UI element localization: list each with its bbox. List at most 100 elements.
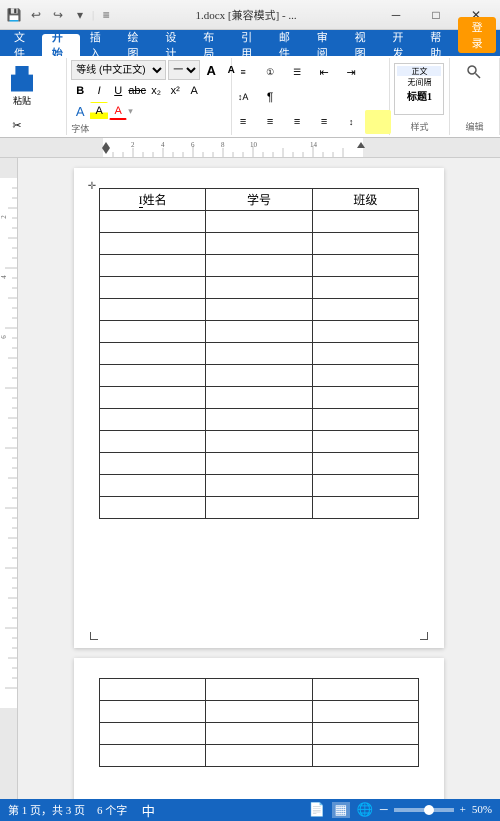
- table-cell[interactable]: [206, 453, 312, 475]
- table-cell[interactable]: [312, 321, 418, 343]
- font-family-select[interactable]: 等线 (中文正文): [71, 60, 166, 80]
- table-cell-p2[interactable]: [312, 723, 418, 745]
- table-cell[interactable]: [312, 255, 418, 277]
- table-cell[interactable]: [312, 233, 418, 255]
- table-cell[interactable]: [206, 211, 312, 233]
- table-cell[interactable]: [312, 343, 418, 365]
- maximize-btn[interactable]: □: [416, 0, 456, 30]
- table-cell[interactable]: [100, 321, 206, 343]
- table-move-handle[interactable]: [86, 180, 98, 192]
- bold-btn[interactable]: B: [71, 82, 89, 100]
- table-cell[interactable]: [312, 431, 418, 453]
- table-cell[interactable]: [312, 211, 418, 233]
- table-cell[interactable]: [100, 255, 206, 277]
- more-quick-btn[interactable]: ▾: [70, 5, 90, 25]
- zoom-minus[interactable]: ─: [380, 804, 388, 816]
- highlight-btn[interactable]: A: [90, 102, 108, 120]
- table-cell[interactable]: [312, 277, 418, 299]
- table-cell[interactable]: [100, 233, 206, 255]
- table-cell[interactable]: [100, 365, 206, 387]
- print-view-btn[interactable]: ▦: [332, 802, 350, 818]
- tab-file[interactable]: 文件: [4, 34, 42, 56]
- align-left-btn[interactable]: ≡: [230, 110, 256, 134]
- sort-btn[interactable]: ↕A: [230, 85, 256, 109]
- login-button[interactable]: 登录: [458, 17, 496, 53]
- table-cell-p2[interactable]: [100, 701, 206, 723]
- table-cell[interactable]: [100, 475, 206, 497]
- table-cell[interactable]: [206, 343, 312, 365]
- table-cell[interactable]: [100, 211, 206, 233]
- table-cell[interactable]: [100, 431, 206, 453]
- table-cell-p2[interactable]: [206, 723, 312, 745]
- zoom-plus[interactable]: +: [460, 804, 466, 816]
- table-cell-p2[interactable]: [312, 701, 418, 723]
- customize-btn[interactable]: ≡: [96, 5, 116, 25]
- superscript-btn[interactable]: x²: [166, 82, 184, 100]
- table-cell[interactable]: [100, 497, 206, 519]
- table-cell-p2[interactable]: [206, 745, 312, 767]
- shading-btn[interactable]: [365, 110, 391, 134]
- read-view-btn[interactable]: 📄: [308, 802, 326, 818]
- table-cell[interactable]: [206, 299, 312, 321]
- table-cell[interactable]: [100, 277, 206, 299]
- tab-dev[interactable]: 开发: [382, 34, 420, 56]
- undo-btn[interactable]: ↩: [26, 5, 46, 25]
- tab-references[interactable]: 引用: [231, 34, 269, 56]
- table-cell[interactable]: [100, 299, 206, 321]
- table-cell-p2[interactable]: [100, 679, 206, 701]
- align-center-btn[interactable]: ≡: [257, 110, 283, 134]
- table-cell-p2[interactable]: [206, 679, 312, 701]
- table-cell-p2[interactable]: [100, 723, 206, 745]
- tab-draw[interactable]: 绘图: [118, 34, 156, 56]
- tab-review[interactable]: 审阅: [307, 34, 345, 56]
- save-quick-btn[interactable]: 💾: [4, 5, 24, 25]
- minimize-btn[interactable]: ─: [376, 0, 416, 30]
- table-cell[interactable]: [206, 475, 312, 497]
- web-view-btn[interactable]: 🌐: [356, 802, 374, 818]
- text-effect-btn[interactable]: A: [71, 102, 89, 120]
- tab-help[interactable]: 帮助: [420, 34, 458, 56]
- table-cell[interactable]: [100, 387, 206, 409]
- increase-indent-btn[interactable]: ⇥: [338, 60, 364, 84]
- subscript-btn[interactable]: x₂: [147, 82, 165, 100]
- table-cell[interactable]: [312, 387, 418, 409]
- multilevel-btn[interactable]: ☰: [284, 60, 310, 84]
- tab-layout[interactable]: 布局: [193, 34, 231, 56]
- clear-format-btn[interactable]: A: [185, 82, 203, 100]
- increase-font-btn[interactable]: A: [202, 61, 220, 79]
- paste-button[interactable]: 粘贴: [4, 60, 40, 112]
- table-cell[interactable]: [206, 497, 312, 519]
- table-cell[interactable]: [312, 409, 418, 431]
- redo-btn[interactable]: ↪: [48, 5, 68, 25]
- table-cell[interactable]: [206, 365, 312, 387]
- table-cell[interactable]: [100, 409, 206, 431]
- table-cell[interactable]: [206, 277, 312, 299]
- table-cell[interactable]: [312, 365, 418, 387]
- decrease-indent-btn[interactable]: ⇤: [311, 60, 337, 84]
- cut-button[interactable]: ✂: [4, 113, 30, 137]
- table-cell[interactable]: [100, 453, 206, 475]
- font-color-btn[interactable]: A: [109, 102, 127, 120]
- table-cell-p2[interactable]: [206, 701, 312, 723]
- show-marks-btn[interactable]: ¶: [257, 85, 283, 109]
- find-btn[interactable]: [461, 60, 487, 84]
- table-cell[interactable]: [206, 387, 312, 409]
- table-cell-p2[interactable]: [100, 745, 206, 767]
- italic-btn[interactable]: I: [90, 82, 108, 100]
- tab-insert[interactable]: 插入: [80, 34, 118, 56]
- table-cell[interactable]: [206, 431, 312, 453]
- justify-btn[interactable]: ≡: [311, 110, 337, 134]
- table-cell[interactable]: [312, 299, 418, 321]
- underline-btn[interactable]: U: [109, 82, 127, 100]
- bullets-btn[interactable]: ≡: [230, 60, 256, 84]
- tab-home[interactable]: 开始: [42, 34, 80, 56]
- zoom-slider[interactable]: [394, 808, 454, 812]
- table-cell[interactable]: [312, 453, 418, 475]
- document-area[interactable]: I姓名 学号 班级: [18, 158, 500, 799]
- table-cell-p2[interactable]: [312, 745, 418, 767]
- tab-design[interactable]: 设计: [155, 34, 193, 56]
- table-cell[interactable]: [206, 409, 312, 431]
- numbering-btn[interactable]: ①: [257, 60, 283, 84]
- strikethrough-btn[interactable]: abc: [128, 82, 146, 100]
- tab-mail[interactable]: 邮件: [269, 34, 307, 56]
